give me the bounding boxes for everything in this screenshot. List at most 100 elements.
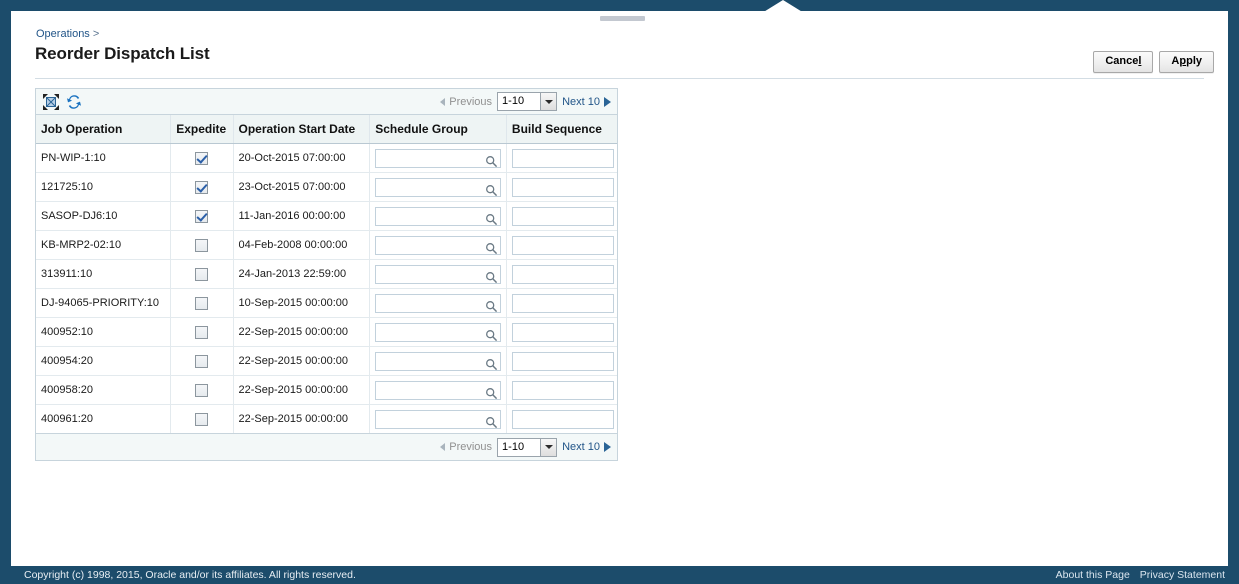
expedite-checkbox[interactable] (195, 238, 209, 252)
schedule-group-input[interactable] (375, 409, 501, 429)
page-footer: Copyright (c) 1998, 2015, Oracle and/or … (0, 566, 1239, 584)
table-row: PN-WIP-1:10 20-Oct-2015 07:00:00 (36, 143, 617, 173)
cell-expedite (170, 201, 234, 231)
search-icon[interactable] (485, 213, 498, 226)
search-icon[interactable] (485, 387, 498, 400)
build-sequence-input[interactable] (511, 148, 614, 168)
expedite-checkbox[interactable] (195, 325, 209, 339)
breadcrumb-separator: > (92, 28, 100, 40)
cell-schedule-group (369, 346, 507, 376)
search-icon[interactable] (485, 242, 498, 255)
cell-schedule-group (369, 375, 507, 405)
expedite-checkbox[interactable] (195, 412, 209, 426)
table-toolbar: Previous 1-10 Next 10 (36, 89, 617, 115)
schedule-group-input[interactable] (375, 380, 501, 400)
previous-page-link-top[interactable]: Previous (440, 96, 492, 108)
expedite-checkbox[interactable] (195, 296, 209, 310)
chevron-down-icon (540, 93, 557, 110)
table-row: 400952:10 22-Sep-2015 00:00:00 (36, 317, 617, 347)
build-sequence-input[interactable] (511, 380, 614, 400)
schedule-group-input[interactable] (375, 293, 501, 313)
next-page-label-top: Next 10 (562, 95, 600, 108)
column-header-job-operation: Job Operation (36, 115, 172, 144)
expedite-checkbox[interactable] (195, 354, 209, 368)
triangle-left-icon (440, 443, 446, 451)
cell-expedite (170, 404, 234, 433)
search-icon[interactable] (485, 155, 498, 168)
page-range-value-bottom: 1-10 (498, 438, 541, 456)
schedule-group-input[interactable] (375, 264, 501, 284)
schedule-group-lov (375, 206, 501, 226)
cell-schedule-group (369, 143, 507, 173)
expedite-checkbox[interactable] (195, 209, 209, 223)
window-drag-handle[interactable] (600, 16, 645, 21)
cell-job-operation: 400961:20 (36, 404, 172, 433)
cell-expedite (170, 375, 234, 405)
column-header-operation-start-date: Operation Start Date (233, 115, 371, 144)
refresh-icon[interactable] (66, 94, 82, 110)
cell-expedite (170, 172, 234, 202)
schedule-group-input[interactable] (375, 351, 501, 371)
window-pointer-notch (762, 0, 804, 13)
previous-page-label-top: Previous (449, 95, 493, 108)
build-sequence-input[interactable] (511, 351, 614, 371)
cell-schedule-group (369, 288, 507, 318)
build-sequence-input[interactable] (511, 322, 614, 342)
apply-button[interactable]: Apply (1159, 51, 1214, 73)
breadcrumb-item-operations[interactable]: Operations (36, 28, 90, 40)
cell-build-sequence (506, 317, 617, 347)
build-sequence-input[interactable] (511, 264, 614, 284)
footer-link-about-this-page[interactable]: About this Page (1056, 569, 1130, 581)
expedite-checkbox[interactable] (195, 180, 209, 194)
schedule-group-input[interactable] (375, 322, 501, 342)
next-page-link-bottom[interactable]: Next 10 (562, 441, 611, 453)
previous-page-link-bottom[interactable]: Previous (440, 441, 492, 453)
search-icon[interactable] (485, 300, 498, 313)
cell-build-sequence (506, 143, 617, 173)
cell-expedite (170, 288, 234, 318)
apply-button-label-after: ply (1186, 55, 1202, 67)
pagination-bottom: Previous 1-10 Next 10 (440, 437, 611, 457)
cell-build-sequence (506, 201, 617, 231)
schedule-group-input[interactable] (375, 177, 501, 197)
page-range-select-top[interactable]: 1-10 (497, 92, 558, 111)
cell-build-sequence (506, 346, 617, 376)
next-page-label-bottom: Next 10 (562, 441, 600, 453)
schedule-group-lov (375, 293, 501, 313)
previous-page-label-bottom: Previous (449, 441, 493, 453)
expedite-checkbox[interactable] (195, 383, 209, 397)
cell-operation-start-date: 11-Jan-2016 00:00:00 (233, 201, 371, 231)
triangle-right-icon (604, 442, 611, 452)
expedite-checkbox[interactable] (195, 267, 209, 281)
search-icon[interactable] (485, 329, 498, 342)
build-sequence-input[interactable] (511, 409, 614, 429)
build-sequence-input[interactable] (511, 293, 614, 313)
build-sequence-input[interactable] (511, 235, 614, 255)
cell-operation-start-date: 20-Oct-2015 07:00:00 (233, 143, 371, 173)
cell-operation-start-date: 22-Sep-2015 00:00:00 (233, 317, 371, 347)
search-icon[interactable] (485, 271, 498, 284)
table-footer-bar: Previous 1-10 Next 10 (36, 433, 617, 460)
build-sequence-input[interactable] (511, 206, 614, 226)
column-header-build-sequence: Build Sequence (506, 115, 617, 144)
build-sequence-input[interactable] (511, 177, 614, 197)
search-icon[interactable] (485, 416, 498, 429)
search-icon[interactable] (485, 358, 498, 371)
cancel-button[interactable]: Cancel (1093, 51, 1154, 73)
cell-operation-start-date: 23-Oct-2015 07:00:00 (233, 172, 371, 202)
page-range-select-bottom[interactable]: 1-10 (497, 437, 558, 457)
footer-link-privacy-statement[interactable]: Privacy Statement (1140, 569, 1225, 581)
cell-build-sequence (506, 259, 617, 289)
cancel-button-label-before: Cance (1105, 55, 1139, 67)
expand-collapse-icon[interactable] (43, 93, 59, 110)
schedule-group-input[interactable] (375, 235, 501, 255)
schedule-group-input[interactable] (375, 206, 501, 226)
schedule-group-lov (375, 264, 501, 284)
search-icon[interactable] (485, 184, 498, 197)
cell-operation-start-date: 24-Jan-2013 22:59:00 (233, 259, 371, 289)
title-divider (35, 78, 1204, 79)
expedite-checkbox[interactable] (195, 151, 209, 165)
cell-schedule-group (369, 404, 507, 433)
schedule-group-input[interactable] (375, 148, 501, 168)
next-page-link-top[interactable]: Next 10 (562, 96, 611, 108)
